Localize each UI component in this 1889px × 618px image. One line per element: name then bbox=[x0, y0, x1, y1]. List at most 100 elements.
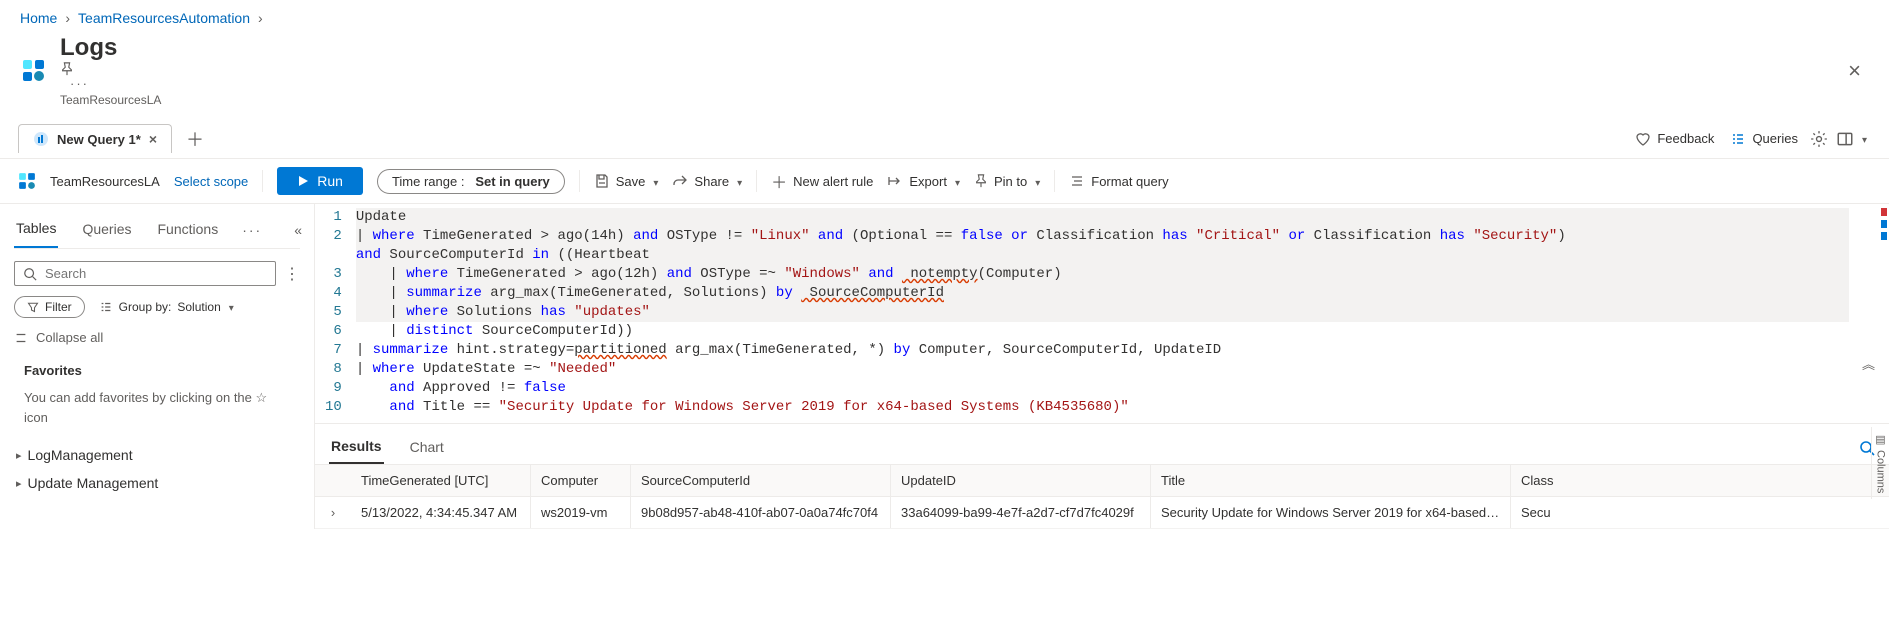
plus-icon: ＋ bbox=[771, 169, 787, 193]
chevron-right-icon: › bbox=[65, 10, 70, 26]
play-icon bbox=[297, 175, 309, 187]
queries-button[interactable]: Queries bbox=[1722, 127, 1806, 151]
new-alert-button[interactable]: ＋ New alert rule bbox=[771, 169, 873, 193]
search-input[interactable] bbox=[45, 266, 267, 281]
tree-item-logmanagement[interactable]: ▸ LogManagement bbox=[14, 441, 300, 469]
time-range-label: Time range : bbox=[392, 174, 465, 189]
pin-icon bbox=[974, 174, 988, 188]
columns-panel-toggle[interactable]: ▤ Columns bbox=[1871, 427, 1889, 499]
page-header: Logs ··· TeamResourcesLA × bbox=[0, 30, 1889, 119]
collapse-all-button[interactable]: Collapse all bbox=[14, 330, 300, 345]
grid-header: TimeGenerated [UTC] Computer SourceCompu… bbox=[315, 465, 1889, 497]
tree-item-label: Update Management bbox=[28, 475, 159, 491]
breadcrumb-home[interactable]: Home bbox=[20, 10, 57, 26]
scope-icon bbox=[18, 172, 36, 190]
code-content[interactable]: Update | where TimeGenerated > ago(14h) … bbox=[356, 208, 1889, 417]
export-icon bbox=[887, 173, 903, 189]
editor-area: 12345678910 Update | where TimeGenerated… bbox=[315, 204, 1889, 529]
format-query-label: Format query bbox=[1091, 174, 1168, 189]
export-button[interactable]: Export bbox=[887, 173, 960, 189]
col-computer[interactable]: Computer bbox=[531, 465, 631, 496]
tab-results[interactable]: Results bbox=[329, 432, 384, 464]
sidebar: Tables Queries Functions ··· « ⋮ Filter … bbox=[0, 204, 315, 529]
chevron-down-icon bbox=[1033, 174, 1040, 189]
results-tabs: Results Chart bbox=[315, 423, 1889, 464]
close-icon[interactable]: × bbox=[1840, 58, 1869, 84]
collapse-icon bbox=[14, 331, 28, 345]
add-tab-button[interactable]: ＋ bbox=[186, 126, 204, 152]
scroll-top-icon[interactable]: ︽ bbox=[1862, 354, 1875, 373]
breadcrumb: Home › TeamResourcesAutomation › bbox=[0, 0, 1889, 30]
filter-icon bbox=[27, 301, 39, 313]
columns-icon: ▤ bbox=[1874, 433, 1887, 446]
search-input-wrapper[interactable] bbox=[14, 261, 276, 286]
format-query-button[interactable]: Format query bbox=[1069, 173, 1168, 189]
favorites-heading: Favorites bbox=[14, 357, 300, 384]
heart-icon bbox=[1635, 131, 1651, 147]
cell-time: 5/13/2022, 4:34:45.347 AM bbox=[351, 497, 531, 528]
tree-item-updatemanagement[interactable]: ▸ Update Management bbox=[14, 469, 300, 497]
group-by-button[interactable]: Group by: Solution bbox=[99, 300, 234, 314]
page-title: Logs bbox=[60, 34, 117, 62]
page-subtitle: TeamResourcesLA bbox=[60, 93, 1840, 107]
gear-icon bbox=[1810, 130, 1828, 148]
group-by-value: Solution bbox=[177, 300, 220, 314]
columns-label: Columns bbox=[1875, 450, 1887, 493]
search-icon bbox=[23, 267, 37, 281]
more-menu-icon[interactable]: ··· bbox=[70, 76, 89, 91]
group-by-label: Group by: bbox=[119, 300, 172, 314]
pin-icon[interactable] bbox=[60, 62, 1840, 76]
breadcrumb-item[interactable]: TeamResourcesAutomation bbox=[78, 10, 250, 26]
chevron-down-icon bbox=[1860, 131, 1867, 146]
sidebar-more-icon[interactable]: ··· bbox=[242, 222, 262, 238]
col-timegenerated[interactable]: TimeGenerated [UTC] bbox=[351, 465, 531, 496]
feedback-button[interactable]: Feedback bbox=[1627, 127, 1722, 151]
sidebar-options-icon[interactable]: ⋮ bbox=[284, 264, 300, 284]
col-title[interactable]: Title bbox=[1151, 465, 1511, 496]
tab-queries[interactable]: Queries bbox=[80, 213, 133, 247]
pin-to-button[interactable]: Pin to bbox=[974, 174, 1040, 189]
chevron-down-icon bbox=[953, 174, 960, 189]
favorites-help-text: You can add favorites by clicking on the… bbox=[14, 384, 300, 441]
close-tab-icon[interactable]: × bbox=[149, 131, 157, 147]
pin-to-label: Pin to bbox=[994, 174, 1027, 189]
share-button[interactable]: Share bbox=[672, 173, 742, 189]
run-button[interactable]: Run bbox=[277, 167, 363, 195]
query-toolbar: TeamResourcesLA Select scope Run Time ra… bbox=[0, 159, 1889, 204]
filter-button[interactable]: Filter bbox=[14, 296, 85, 318]
time-range-button[interactable]: Time range : Set in query bbox=[377, 169, 565, 194]
grid-row[interactable]: › 5/13/2022, 4:34:45.347 AM ws2019-vm 9b… bbox=[315, 497, 1889, 529]
cell-source: 9b08d957-ab48-410f-ab07-0a0a74fc70f4 bbox=[631, 497, 891, 528]
caret-right-icon: ▸ bbox=[16, 449, 22, 462]
col-classification[interactable]: Class bbox=[1511, 465, 1571, 496]
collapse-sidebar-icon[interactable]: « bbox=[294, 222, 302, 238]
run-label: Run bbox=[317, 173, 343, 189]
panel-layout-button[interactable] bbox=[1832, 126, 1871, 152]
tab-tables[interactable]: Tables bbox=[14, 212, 58, 248]
col-updateid[interactable]: UpdateID bbox=[891, 465, 1151, 496]
tab-functions[interactable]: Functions bbox=[156, 213, 221, 247]
queries-label: Queries bbox=[1752, 131, 1798, 146]
col-sourcecomputerid[interactable]: SourceComputerId bbox=[631, 465, 891, 496]
chevron-down-icon bbox=[651, 174, 658, 189]
query-tab-bar: New Query 1* × ＋ Feedback Queries bbox=[0, 119, 1889, 159]
settings-button[interactable] bbox=[1806, 126, 1832, 152]
line-gutter: 12345678910 bbox=[315, 208, 356, 417]
editor-minimap bbox=[1881, 208, 1887, 240]
tab-chart[interactable]: Chart bbox=[408, 433, 446, 463]
list-icon bbox=[1730, 131, 1746, 147]
logs-app-icon bbox=[20, 57, 48, 85]
save-label: Save bbox=[616, 174, 646, 189]
expand-row-icon[interactable]: › bbox=[315, 497, 351, 528]
code-editor[interactable]: 12345678910 Update | where TimeGenerated… bbox=[315, 204, 1889, 423]
results-grid: TimeGenerated [UTC] Computer SourceCompu… bbox=[315, 464, 1889, 529]
save-button[interactable]: Save bbox=[594, 173, 659, 189]
share-label: Share bbox=[694, 174, 729, 189]
cell-update: 33a64099-ba99-4e7f-a2d7-cf7d7fc4029f bbox=[891, 497, 1151, 528]
save-icon bbox=[594, 173, 610, 189]
caret-right-icon: ▸ bbox=[16, 477, 22, 490]
select-scope-link[interactable]: Select scope bbox=[174, 174, 248, 189]
chevron-down-icon bbox=[735, 174, 742, 189]
query-tab[interactable]: New Query 1* × bbox=[18, 124, 172, 153]
layout-icon bbox=[1836, 130, 1854, 148]
